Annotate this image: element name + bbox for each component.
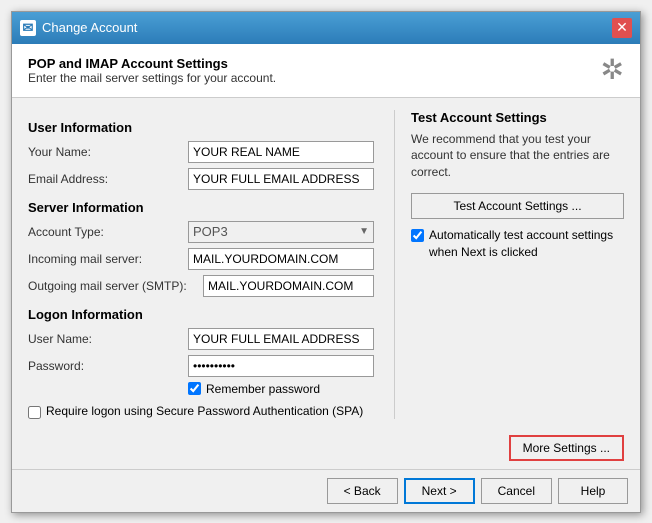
header-subtitle: Enter the mail server settings for your … [28,71,276,85]
more-settings-button[interactable]: More Settings ... [509,435,624,461]
right-panel: Test Account Settings We recommend that … [394,110,624,419]
outgoing-server-input[interactable] [203,275,374,297]
change-account-dialog: ✉ Change Account ✕ POP and IMAP Account … [11,11,641,513]
close-button[interactable]: ✕ [612,18,632,38]
incoming-server-row: Incoming mail server: [28,248,374,270]
user-info-title: User Information [28,120,374,135]
password-input[interactable] [188,355,374,377]
email-label: Email Address: [28,172,188,186]
your-name-label: Your Name: [28,145,188,159]
test-account-button[interactable]: Test Account Settings ... [411,193,624,219]
account-type-value: POP3 [193,224,228,239]
spa-row: Require logon using Secure Password Auth… [28,404,374,419]
auto-check-label: Automatically test account settings when… [429,227,624,261]
main-content: User Information Your Name: Email Addres… [12,98,640,431]
dropdown-arrow-icon: ▼ [359,226,369,237]
password-label: Password: [28,359,188,373]
server-info-title: Server Information [28,200,374,215]
email-input[interactable] [188,168,374,190]
outgoing-server-row: Outgoing mail server (SMTP): [28,275,374,297]
remember-password-checkbox[interactable] [188,382,201,395]
your-name-input[interactable] [188,141,374,163]
header-title: POP and IMAP Account Settings [28,56,276,71]
title-bar-left: ✉ Change Account [20,20,137,36]
next-button[interactable]: Next > [404,478,475,504]
incoming-server-label: Incoming mail server: [28,252,188,266]
auto-check-checkbox[interactable] [411,229,424,242]
username-label: User Name: [28,332,188,346]
username-row: User Name: [28,328,374,350]
title-bar: ✉ Change Account ✕ [12,12,640,44]
logon-info-title: Logon Information [28,307,374,322]
dialog-title: Change Account [42,20,137,35]
email-row: Email Address: [28,168,374,190]
left-panel: User Information Your Name: Email Addres… [28,110,374,419]
test-account-title: Test Account Settings [411,110,624,125]
cursor-icon: ✲ [601,56,624,84]
password-row: Password: [28,355,374,377]
incoming-server-input[interactable] [188,248,374,270]
spa-checkbox[interactable] [28,406,41,419]
remember-password-label: Remember password [206,382,320,396]
help-button[interactable]: Help [558,478,628,504]
account-type-dropdown[interactable]: POP3 ▼ [188,221,374,243]
account-type-label: Account Type: [28,225,188,239]
account-type-row: Account Type: POP3 ▼ [28,221,374,243]
more-settings-container: More Settings ... [12,431,640,469]
remember-password-row: Remember password [188,382,374,396]
dialog-icon: ✉ [20,20,36,36]
dialog-footer: < Back Next > Cancel Help [12,469,640,512]
outgoing-server-label: Outgoing mail server (SMTP): [28,279,203,293]
username-input[interactable] [188,328,374,350]
spa-label: Require logon using Secure Password Auth… [46,404,363,418]
cancel-button[interactable]: Cancel [481,478,552,504]
back-button[interactable]: < Back [327,478,398,504]
header-section: POP and IMAP Account Settings Enter the … [12,44,640,98]
test-account-description: We recommend that you test your account … [411,131,624,181]
header-text: POP and IMAP Account Settings Enter the … [28,56,276,85]
auto-check-row: Automatically test account settings when… [411,227,624,261]
your-name-row: Your Name: [28,141,374,163]
